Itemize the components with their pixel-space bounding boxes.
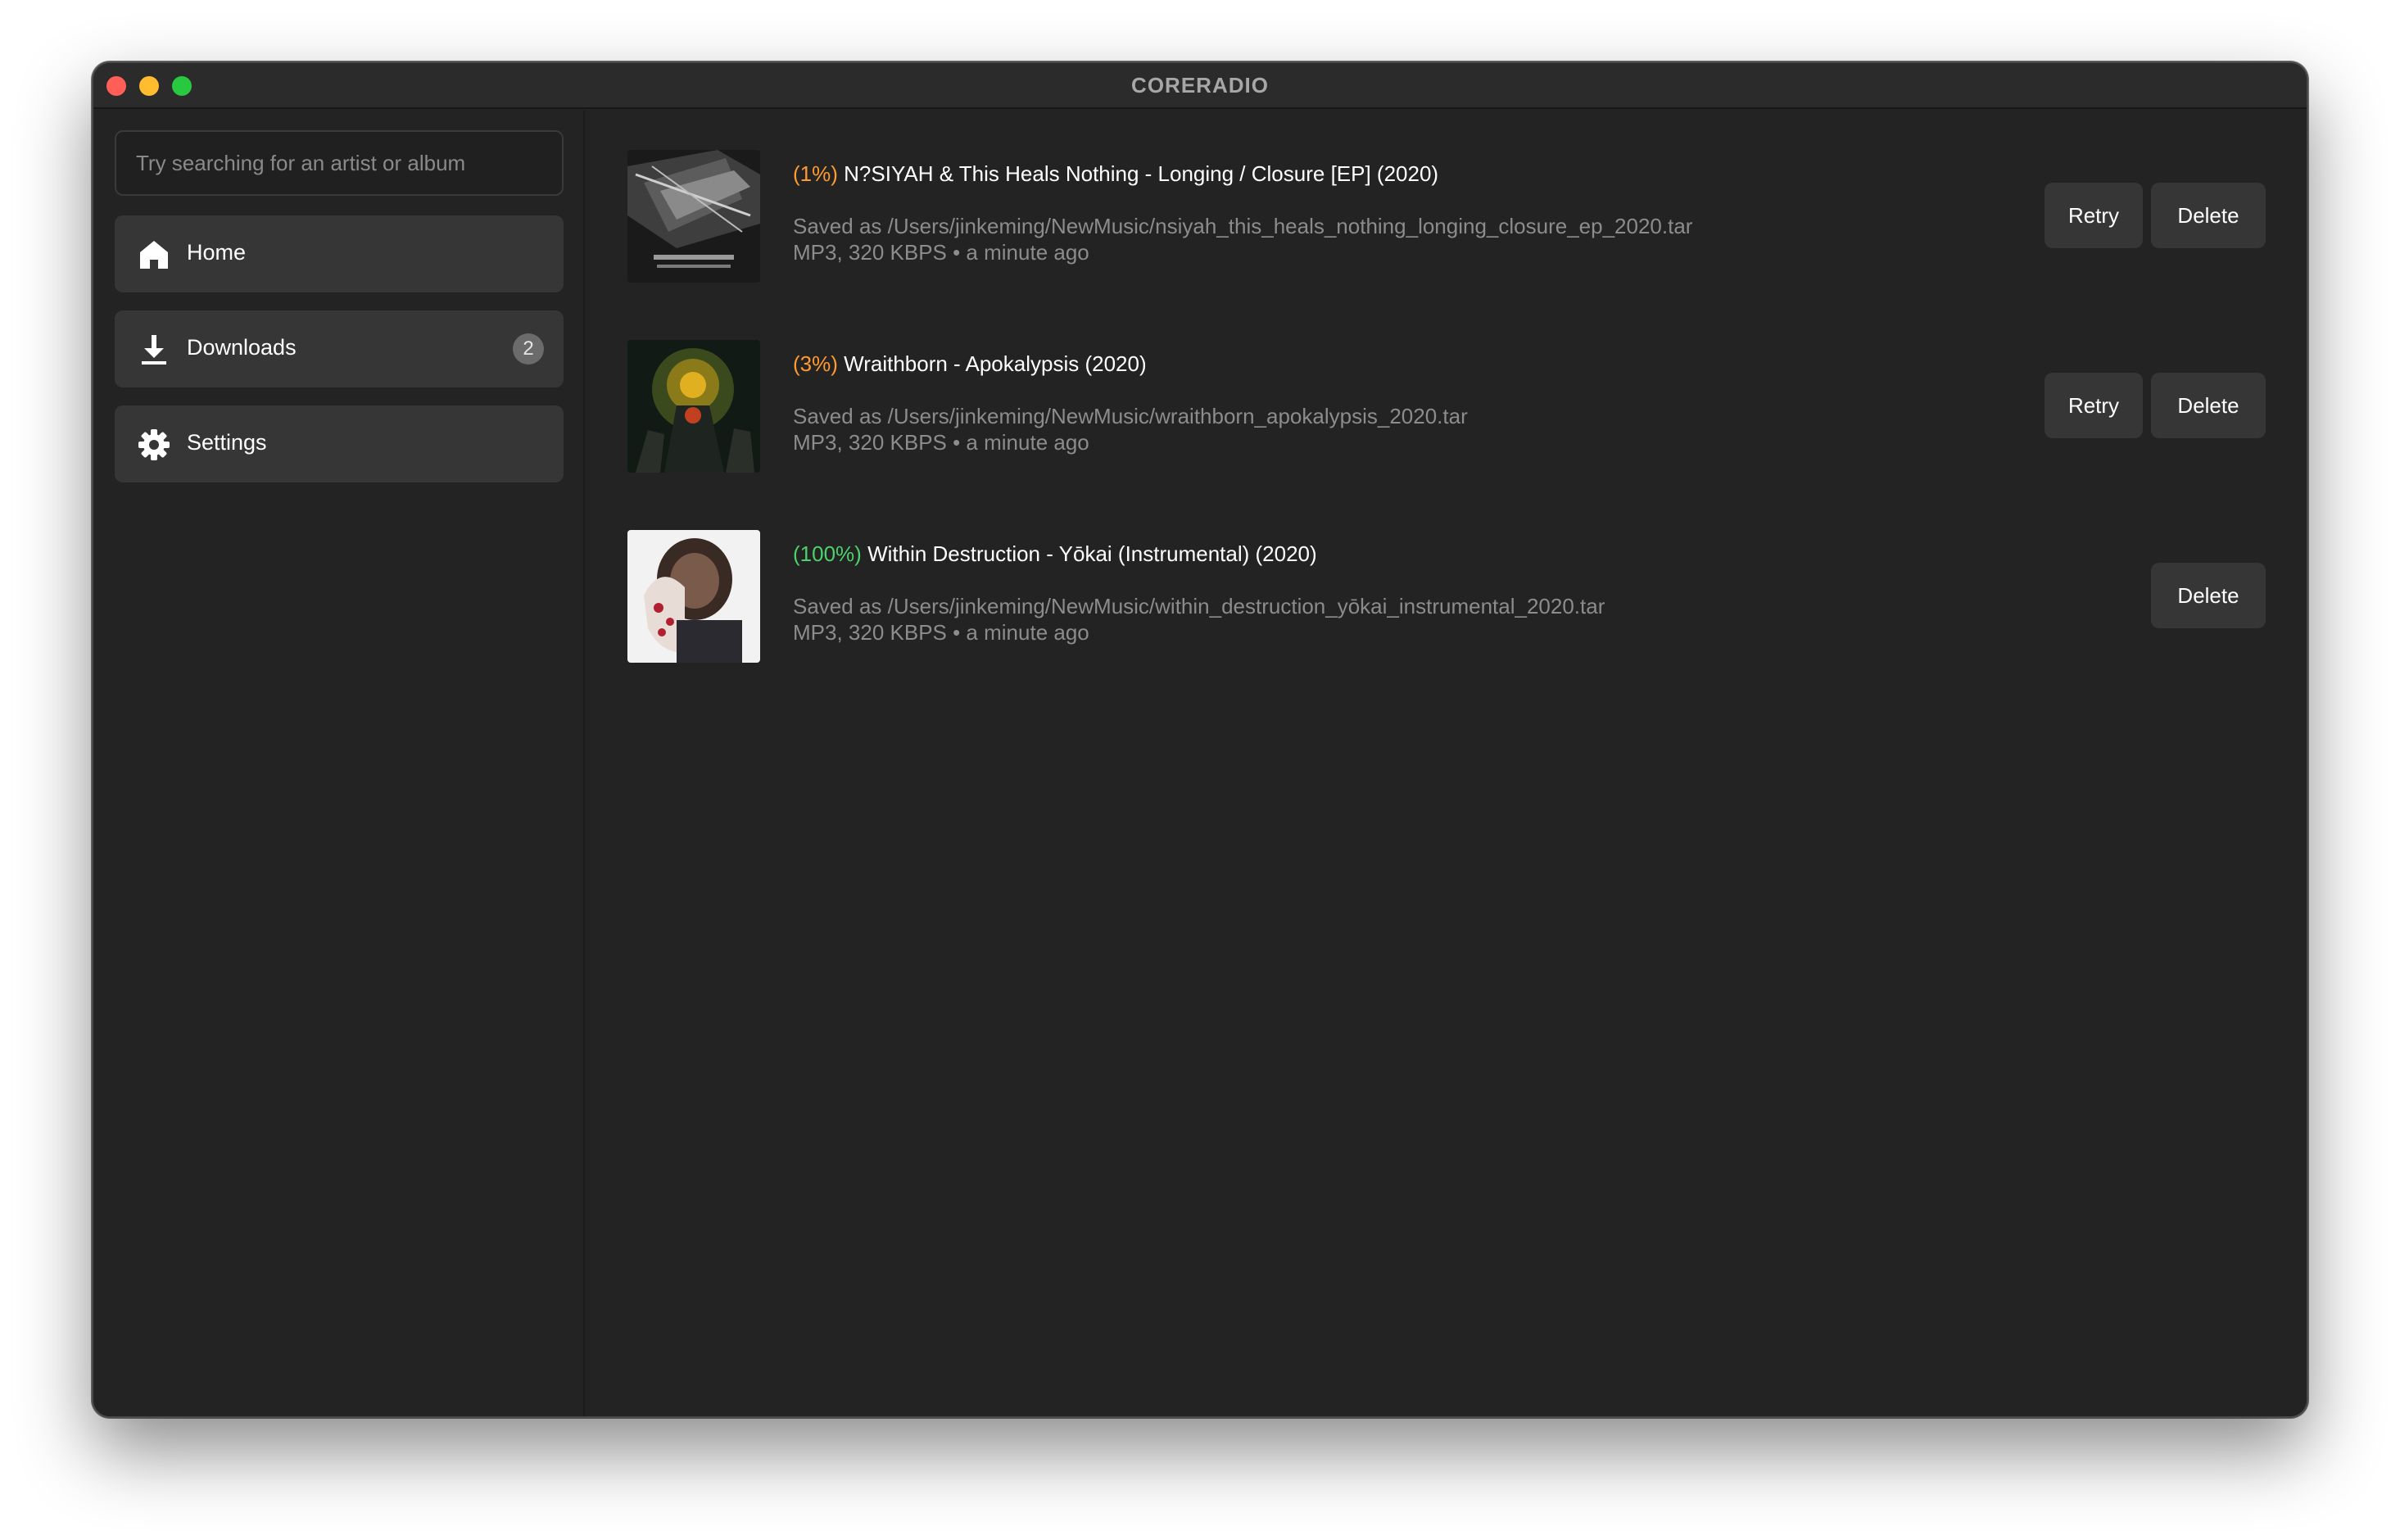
retry-button[interactable]: Retry: [2045, 183, 2143, 248]
download-title: (1%) N?SIYAH & This Heals Nothing - Long…: [793, 161, 1438, 187]
saved-path: Saved as /Users/jinkeming/NewMusic/wrait…: [793, 404, 1468, 428]
download-progress: (1%): [793, 161, 838, 186]
download-progress: (100%): [793, 541, 862, 566]
album-cover: [627, 150, 760, 283]
download-meta: MP3, 320 KBPS • a minute ago: [793, 430, 1089, 455]
download-title: (100%) Within Destruction - Yōkai (Instr…: [793, 541, 1317, 567]
download-item: (100%) Within Destruction - Yōkai (Instr…: [627, 530, 2266, 663]
sidebar-item-label: Downloads: [187, 335, 297, 360]
download-item: (3%) Wraithborn - Apokalypsis (2020) Sav…: [627, 340, 2266, 473]
delete-button[interactable]: Delete: [2151, 183, 2266, 248]
download-meta: MP3, 320 KBPS • a minute ago: [793, 620, 1089, 645]
gear-icon: [138, 429, 170, 460]
sidebar-item-label: Home: [187, 240, 247, 265]
album-name: Within Destruction - Yōkai (Instrumental…: [867, 541, 1317, 566]
album-name: N?SIYAH & This Heals Nothing - Longing /…: [844, 161, 1439, 186]
download-meta: MP3, 320 KBPS • a minute ago: [793, 240, 1089, 265]
delete-button[interactable]: Delete: [2151, 563, 2266, 628]
download-item: (1%) N?SIYAH & This Heals Nothing - Long…: [627, 150, 2266, 283]
download-progress: (3%): [793, 351, 838, 376]
downloads-count-badge: 2: [513, 333, 544, 365]
downloads-list: (1%) N?SIYAH & This Heals Nothing - Long…: [586, 111, 2307, 1416]
album-cover: [627, 340, 760, 473]
retry-button[interactable]: Retry: [2045, 373, 2143, 438]
sidebar-item-home[interactable]: Home: [115, 215, 564, 292]
album-cover: [627, 530, 760, 663]
title-bar: CORERADIO: [93, 63, 2307, 109]
sidebar-item-label: Settings: [187, 430, 267, 455]
sidebar-item-settings[interactable]: Settings: [115, 405, 564, 482]
search-input[interactable]: Try searching for an artist or album: [115, 130, 564, 196]
download-icon: [142, 335, 166, 365]
album-name: Wraithborn - Apokalypsis (2020): [844, 351, 1147, 376]
saved-path: Saved as /Users/jinkeming/NewMusic/withi…: [793, 594, 1605, 618]
window-title: CORERADIO: [1131, 73, 1269, 97]
sidebar-item-downloads[interactable]: Downloads 2: [115, 310, 564, 387]
sidebar: Try searching for an artist or album Hom…: [93, 111, 585, 1416]
app-window: CORERADIO Try searching for an artist or…: [92, 61, 2308, 1418]
saved-path: Saved as /Users/jinkeming/NewMusic/nsiya…: [793, 214, 1693, 238]
home-icon: [140, 241, 168, 269]
download-title: (3%) Wraithborn - Apokalypsis (2020): [793, 351, 1147, 377]
delete-button[interactable]: Delete: [2151, 373, 2266, 438]
